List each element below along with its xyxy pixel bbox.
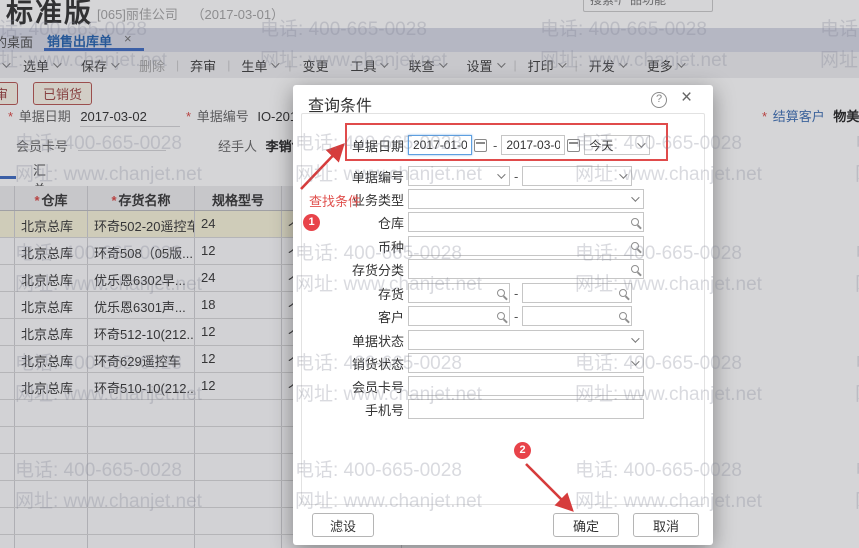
help-icon[interactable]: ?	[651, 92, 667, 108]
field-row-doc-status: 单据状态	[293, 330, 644, 350]
field-label: 单据日期	[351, 138, 404, 154]
filter-settings-button[interactable]: 滤设	[312, 513, 374, 537]
find-conditions-label: 查找条件	[309, 194, 362, 209]
field-label: 销货状态	[351, 356, 404, 372]
field-label: 单据编号	[351, 169, 404, 185]
chevron-down-icon	[631, 334, 640, 343]
field-row-sale-status: 销货状态	[293, 353, 644, 373]
field-row-doc-date: 单据日期 - 今天	[293, 135, 651, 155]
member-card-input[interactable]	[408, 376, 644, 396]
search-icon[interactable]	[497, 312, 505, 320]
field-label: 存货	[377, 286, 404, 302]
field-label: 会员卡号	[351, 379, 404, 395]
date-preset-select[interactable]: 今天	[584, 135, 651, 155]
field-label: 存货分类	[351, 262, 404, 278]
field-row-currency: 币种	[293, 236, 644, 256]
search-icon[interactable]	[631, 218, 639, 226]
field-row-customer: 客户 -	[293, 306, 633, 326]
field-row-mobile: 手机号	[293, 399, 644, 419]
field-label: 手机号	[364, 402, 404, 418]
app-window: 标准版 [065]丽佳公司 （2017-03-01） 的桌面 销售出库单 × 选…	[0, 0, 859, 548]
customer-to-input[interactable]	[522, 306, 633, 326]
range-dash: -	[493, 137, 498, 153]
search-icon[interactable]	[631, 242, 639, 250]
sale-status-select[interactable]	[408, 353, 644, 373]
range-dash: -	[514, 308, 519, 324]
chevron-down-icon	[631, 357, 640, 366]
warehouse-input[interactable]	[408, 212, 644, 232]
chevron-down-icon	[631, 193, 640, 202]
item-from-input[interactable]	[408, 283, 510, 303]
field-row-item: 存货 -	[293, 283, 633, 303]
doc-no-from-select[interactable]	[408, 166, 510, 186]
field-row-item-class: 存货分类	[293, 259, 644, 279]
item-to-input[interactable]	[522, 283, 633, 303]
customer-from-input[interactable]	[408, 306, 510, 326]
doc-no-to-select[interactable]	[522, 166, 633, 186]
date-from-input[interactable]	[408, 135, 472, 155]
field-row-member-card: 会员卡号	[293, 376, 644, 396]
step-2-badge: 2	[514, 442, 531, 459]
search-icon[interactable]	[619, 289, 628, 297]
mobile-input[interactable]	[408, 399, 644, 419]
cancel-button[interactable]: 取消	[633, 513, 699, 537]
step-1-badge: 1	[303, 214, 320, 231]
doc-status-select[interactable]	[408, 330, 644, 350]
item-class-input[interactable]	[408, 259, 644, 279]
field-label: 单据状态	[351, 333, 404, 349]
field-label: 币种	[377, 239, 404, 255]
field-row-warehouse: 仓库	[293, 212, 644, 232]
currency-input[interactable]	[408, 236, 644, 256]
field-label: 客户	[377, 309, 404, 325]
field-row-doc-no: 单据编号 -	[293, 166, 633, 186]
ok-button[interactable]: 确定	[553, 513, 619, 537]
chevron-down-icon	[497, 170, 506, 179]
calendar-icon[interactable]	[474, 138, 487, 152]
search-icon[interactable]	[497, 289, 505, 297]
calendar-icon[interactable]	[567, 138, 581, 152]
range-dash: -	[514, 285, 519, 301]
chevron-down-icon	[637, 139, 647, 148]
close-icon[interactable]: ×	[681, 87, 692, 109]
range-dash: -	[514, 168, 519, 184]
biz-type-select[interactable]	[408, 189, 644, 209]
query-dialog: 查询条件 ? × 单据日期 - 今天 单据编号 - 业务类型 仓库	[293, 85, 713, 545]
chevron-down-icon	[619, 170, 629, 179]
search-icon[interactable]	[631, 265, 639, 273]
search-icon[interactable]	[619, 312, 628, 320]
date-to-input[interactable]	[501, 135, 566, 155]
